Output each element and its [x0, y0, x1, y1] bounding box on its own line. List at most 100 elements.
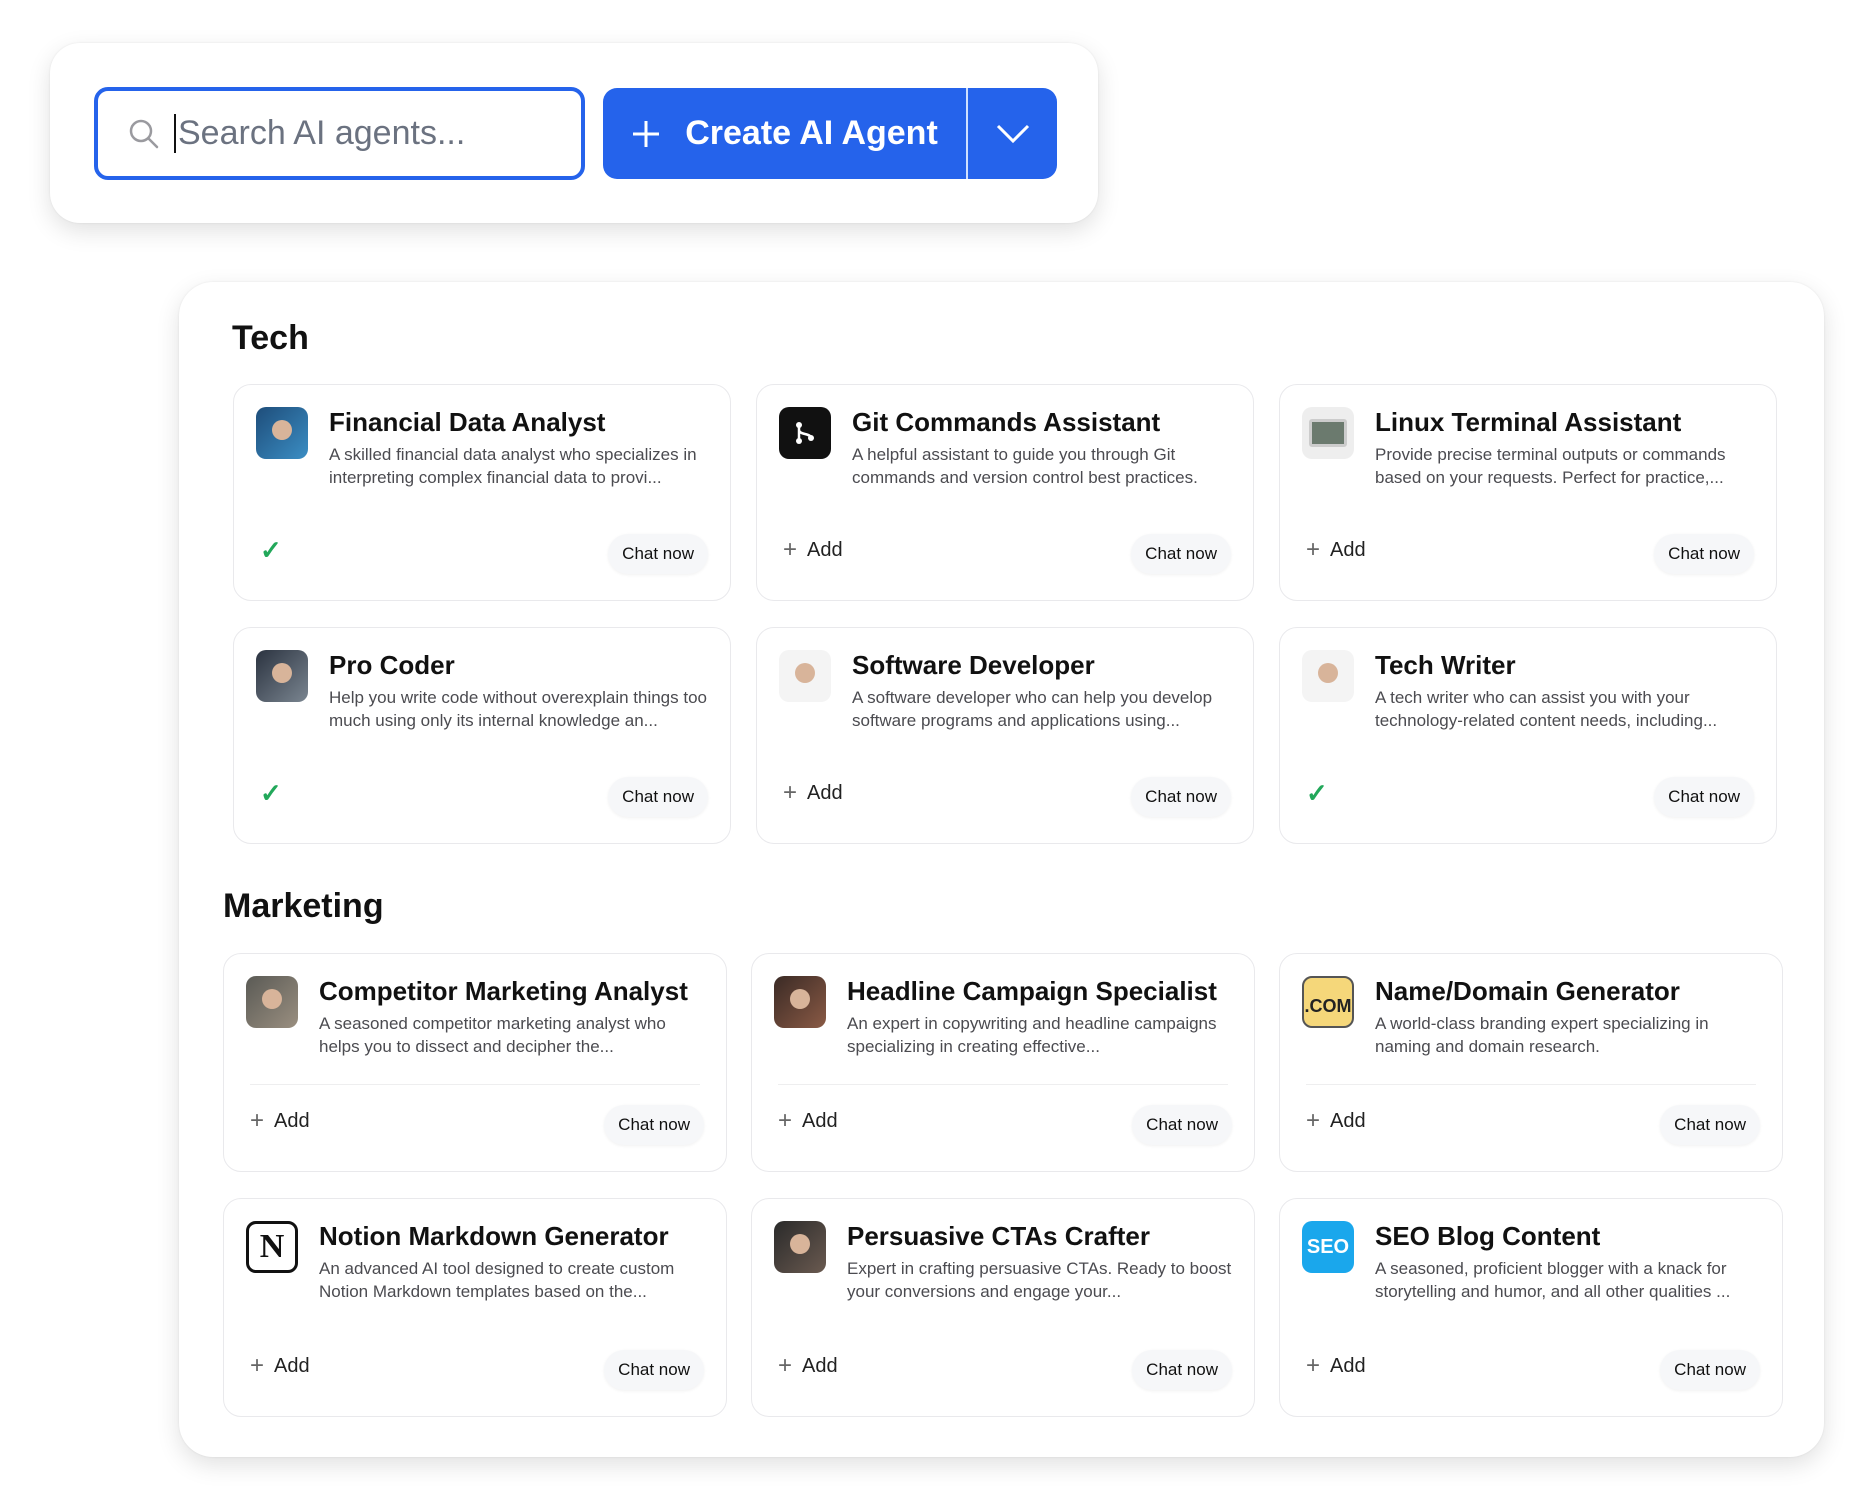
- chat-now-button[interactable]: Chat now: [608, 534, 708, 574]
- chat-now-button[interactable]: Chat now: [1660, 1105, 1760, 1145]
- chat-now-button[interactable]: Chat now: [1131, 777, 1231, 817]
- agent-title: Name/Domain Generator: [1375, 976, 1680, 1006]
- avatar-image: [1302, 650, 1354, 702]
- create-agent-split-button: Create AI Agent: [603, 88, 1057, 179]
- plus-icon: +: [250, 1107, 265, 1134]
- add-label: Add: [1330, 1109, 1366, 1132]
- add-button[interactable]: + Add: [1306, 1107, 1366, 1135]
- add-button[interactable]: + Add: [250, 1352, 310, 1380]
- agent-card[interactable]: Financial Data Analyst A skilled financia…: [233, 384, 731, 601]
- agent-card[interactable]: Headline Campaign Specialist An expert in…: [751, 953, 1255, 1172]
- agent-title: Pro Coder: [329, 650, 455, 680]
- agent-title: Competitor Marketing Analyst: [319, 976, 688, 1006]
- agent-title: Tech Writer: [1375, 650, 1516, 680]
- plus-icon: +: [783, 536, 798, 563]
- section-title-marketing: Marketing: [223, 887, 384, 925]
- agent-description: A helpful assistant to guide you through…: [852, 445, 1198, 487]
- check-icon: ✓: [260, 535, 282, 565]
- git-icon: [779, 407, 831, 459]
- agent-description: An advanced AI tool designed to create c…: [319, 1259, 675, 1301]
- dotcom-icon: .COM: [1302, 976, 1354, 1028]
- agent-title: Linux Terminal Assistant: [1375, 407, 1682, 437]
- agent-card[interactable]: Linux Terminal Assistant Provide precise …: [1279, 384, 1777, 601]
- agent-card[interactable]: Pro Coder Help you write code without ove…: [233, 627, 731, 844]
- add-label: Add: [1330, 1354, 1366, 1377]
- agent-card[interactable]: Tech Writer A tech writer who can assist …: [1279, 627, 1777, 844]
- agent-description: Provide precise terminal outputs or comm…: [1375, 445, 1726, 487]
- agent-card[interactable]: Software Developer A software developer w…: [756, 627, 1254, 844]
- plus-icon: +: [778, 1352, 793, 1379]
- chat-now-button[interactable]: Chat now: [1132, 1105, 1232, 1145]
- agent-card[interactable]: Git Commands Assistant A helpful assistan…: [756, 384, 1254, 601]
- card-divider: [250, 1084, 700, 1085]
- chat-now-button[interactable]: Chat now: [1654, 777, 1754, 817]
- agent-description: A software developer who can help you de…: [852, 688, 1213, 730]
- chat-now-button[interactable]: Chat now: [1654, 534, 1754, 574]
- plus-icon: +: [1306, 1352, 1321, 1379]
- add-button[interactable]: + Add: [250, 1107, 310, 1135]
- card-divider: [1306, 1084, 1756, 1085]
- add-label: Add: [274, 1354, 310, 1377]
- agent-title: SEO Blog Content: [1375, 1221, 1601, 1251]
- create-ai-agent-label: Create AI Agent: [685, 114, 938, 152]
- chat-now-button[interactable]: Chat now: [1131, 534, 1231, 574]
- add-label: Add: [807, 538, 843, 561]
- agent-card[interactable]: .COM Name/Domain Generator A world-class b…: [1279, 953, 1783, 1172]
- add-button[interactable]: + Add: [783, 779, 843, 807]
- add-button[interactable]: + Add: [1306, 1352, 1366, 1380]
- check-icon: ✓: [1306, 778, 1328, 808]
- add-button[interactable]: + Add: [783, 536, 843, 564]
- agent-card[interactable]: Persuasive CTAs Crafter Expert in craftin…: [751, 1198, 1255, 1417]
- agent-description: Expert in crafting persuasive CTAs. Read…: [847, 1259, 1232, 1301]
- chat-now-button[interactable]: Chat now: [608, 777, 708, 817]
- add-label: Add: [1330, 538, 1366, 561]
- notion-icon: N: [246, 1221, 298, 1273]
- add-label: Add: [802, 1109, 838, 1132]
- avatar-image: [246, 976, 298, 1028]
- search-input[interactable]: [174, 114, 534, 153]
- plus-icon: [633, 120, 660, 147]
- search-icon: [129, 119, 159, 148]
- agent-card[interactable]: SEO SEO Blog Content A seasoned, proficien…: [1279, 1198, 1783, 1417]
- plus-icon: +: [1306, 1107, 1321, 1134]
- computer-terminal-icon: [1302, 407, 1354, 459]
- agent-card[interactable]: N Notion Markdown Generator An advanced AI…: [223, 1198, 727, 1417]
- agent-description: Help you write code without overexplain …: [329, 688, 707, 730]
- marketing-agents-grid: Competitor Marketing Analyst A seasoned c…: [223, 953, 1783, 1417]
- chat-now-button[interactable]: Chat now: [1132, 1350, 1232, 1390]
- create-options-dropdown[interactable]: [968, 88, 1057, 179]
- avatar-image: [774, 976, 826, 1028]
- chat-now-button[interactable]: Chat now: [1660, 1350, 1760, 1390]
- agent-title: Notion Markdown Generator: [319, 1221, 669, 1251]
- avatar-image: [256, 407, 308, 459]
- add-label: Add: [802, 1354, 838, 1377]
- add-label: Add: [807, 781, 843, 804]
- avatar-image: [256, 650, 308, 702]
- add-button[interactable]: + Add: [778, 1352, 838, 1380]
- agents-panel: Tech Financial Data Analyst A skilled fin…: [179, 282, 1824, 1457]
- agent-title: Git Commands Assistant: [852, 407, 1161, 437]
- chat-now-button[interactable]: Chat now: [604, 1350, 704, 1390]
- avatar-image: [774, 1221, 826, 1273]
- create-ai-agent-button[interactable]: Create AI Agent: [603, 88, 968, 179]
- agent-title: Financial Data Analyst: [329, 407, 606, 437]
- chevron-down-icon: [996, 124, 1029, 143]
- plus-icon: +: [250, 1352, 265, 1379]
- toolbar: Create AI Agent: [50, 43, 1098, 223]
- add-button[interactable]: + Add: [778, 1107, 838, 1135]
- search-box[interactable]: [94, 87, 585, 180]
- plus-icon: +: [783, 779, 798, 806]
- agent-title: Software Developer: [852, 650, 1095, 680]
- add-label: Add: [274, 1109, 310, 1132]
- agent-title: Persuasive CTAs Crafter: [847, 1221, 1150, 1251]
- chat-now-button[interactable]: Chat now: [604, 1105, 704, 1145]
- agent-description: A world-class branding expert specializi…: [1375, 1014, 1709, 1056]
- check-icon: ✓: [260, 778, 282, 808]
- agent-title: Headline Campaign Specialist: [847, 976, 1217, 1006]
- card-divider: [778, 1084, 1228, 1085]
- section-title-tech: Tech: [232, 319, 309, 357]
- add-button[interactable]: + Add: [1306, 536, 1366, 564]
- seo-icon: SEO: [1302, 1221, 1354, 1273]
- agent-card[interactable]: Competitor Marketing Analyst A seasoned c…: [223, 953, 727, 1172]
- agent-description: A seasoned, proficient blogger with a kn…: [1375, 1259, 1731, 1301]
